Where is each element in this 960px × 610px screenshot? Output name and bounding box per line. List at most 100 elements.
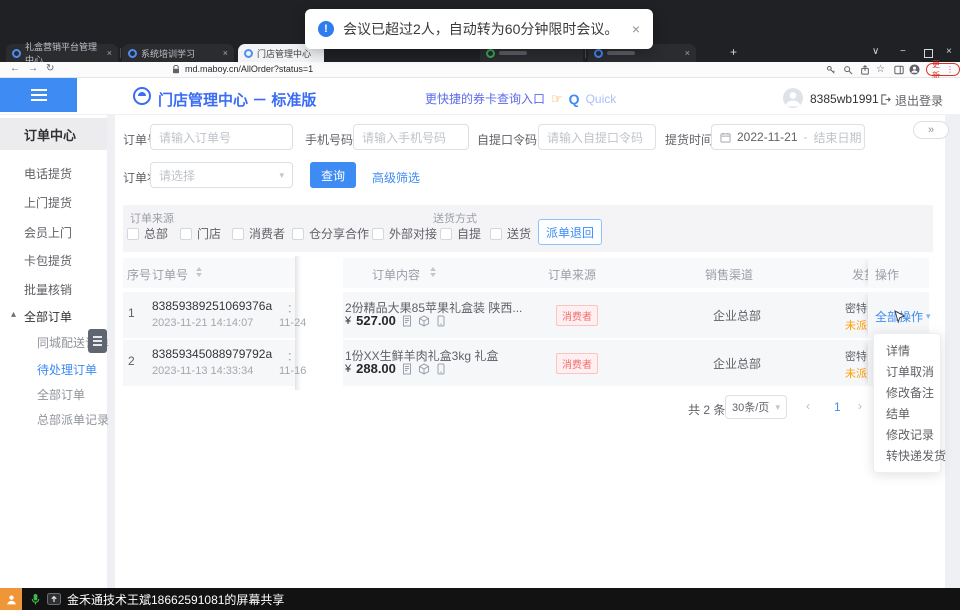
date-range-input[interactable]: 2022-11-21 - 结束日期 xyxy=(711,124,865,150)
sidebar-item-member-visit[interactable]: 会员上门 xyxy=(24,224,72,241)
checkbox-consumer[interactable]: 消费者 xyxy=(232,225,285,242)
toast-close-icon[interactable]: × xyxy=(632,21,640,37)
checkbox-store[interactable]: 门店 xyxy=(180,225,221,242)
window-minimize-icon[interactable]: − xyxy=(900,46,906,57)
menu-item-to-express[interactable]: 转快递发货 xyxy=(874,445,940,466)
quick-q-icon[interactable]: Q xyxy=(569,91,580,107)
dispatch-return-button[interactable]: 派单退回 xyxy=(538,219,602,245)
checkbox-icon[interactable] xyxy=(127,228,139,240)
checkbox-icon[interactable] xyxy=(490,228,502,240)
participant-tile[interactable] xyxy=(0,588,22,610)
phone-icon[interactable] xyxy=(435,363,447,375)
box-icon[interactable] xyxy=(418,363,430,375)
search-button[interactable]: 查询 xyxy=(310,162,356,188)
phone-icon[interactable] xyxy=(435,315,447,327)
screen-share-icon[interactable] xyxy=(47,593,61,605)
checkbox-icon[interactable] xyxy=(292,228,304,240)
row-index: 1 xyxy=(128,306,135,320)
menu-item-details[interactable]: 详情 xyxy=(874,340,940,361)
row-price-line: ¥ 288.00 xyxy=(345,361,447,376)
order-no-input[interactable]: 请输入订单号 xyxy=(150,124,293,150)
window-close-icon[interactable]: × xyxy=(946,46,952,57)
forward-icon[interactable]: → xyxy=(28,63,38,75)
col-order-no[interactable]: 订单号 xyxy=(152,266,188,283)
bookmark-star-icon[interactable]: ☆ xyxy=(876,64,885,76)
tab-favicon xyxy=(594,49,603,58)
row-ship-clipped: 密特 xyxy=(845,348,868,364)
checkbox-label: 总部 xyxy=(144,225,168,242)
browser-tab-1[interactable]: 礼盒营销平台管理中心 × xyxy=(6,44,118,62)
col-content[interactable]: 订单内容 xyxy=(372,266,420,283)
order-source-label: 订单来源 xyxy=(130,210,174,226)
checkbox-icon[interactable] xyxy=(180,228,192,240)
pagination-page-1[interactable]: 1 xyxy=(834,400,841,414)
pointing-finger-icon: ☞ xyxy=(551,91,563,107)
checkbox-icon[interactable] xyxy=(440,228,452,240)
quick-label[interactable]: Quick xyxy=(586,92,617,106)
browser-update-button[interactable]: 更新 ⋮ xyxy=(926,63,960,76)
checkbox-label: 送货 xyxy=(507,225,531,242)
sidebar-toggle-button[interactable] xyxy=(0,78,77,112)
sidebar-subitem-pending-orders-active[interactable]: 待处理订单 xyxy=(37,361,97,378)
profile-avatar-icon[interactable] xyxy=(909,64,920,75)
key-icon[interactable] xyxy=(826,65,836,75)
back-icon[interactable]: ← xyxy=(10,63,20,75)
checkbox-self-pickup[interactable]: 自提 xyxy=(440,225,481,242)
menu-item-close-order[interactable]: 结单 xyxy=(874,403,940,424)
checkbox-warehouse-share[interactable]: 仓分享合作 xyxy=(292,225,369,242)
sidebar-item-card-pickup[interactable]: 卡包提货 xyxy=(24,252,72,269)
share-icon[interactable] xyxy=(860,65,870,75)
side-panel-icon[interactable] xyxy=(894,65,904,75)
menu-item-edit-log[interactable]: 修改记录 xyxy=(874,424,940,445)
logout-button[interactable]: 退出登录 xyxy=(895,92,943,109)
panel-collapse-button[interactable]: » xyxy=(913,121,949,139)
receipt-icon[interactable] xyxy=(401,363,413,375)
sort-icon[interactable] xyxy=(430,267,436,277)
tab-favicon xyxy=(12,49,21,58)
order-status-select[interactable]: 请选择 ▾ xyxy=(150,162,293,188)
zoom-icon[interactable] xyxy=(843,65,853,75)
checkbox-delivery[interactable]: 送货 xyxy=(490,225,531,242)
tab-favicon xyxy=(244,49,253,58)
reload-icon[interactable]: ↻ xyxy=(46,63,54,75)
phone-input[interactable]: 请输入手机号码 xyxy=(353,124,469,150)
sidebar-item-batch-verify[interactable]: 批量核销 xyxy=(24,281,72,298)
sidebar-subitem-hq-dispatch-log[interactable]: 总部派单记录 xyxy=(37,411,109,428)
pickup-code-input[interactable]: 请输入自提口令码 xyxy=(538,124,656,150)
box-icon[interactable] xyxy=(418,315,430,327)
quick-entry[interactable]: 更快捷的券卡查询入口 ☞ Q Quick xyxy=(425,90,616,107)
checkbox-icon[interactable] xyxy=(372,228,384,240)
user-avatar[interactable] xyxy=(783,88,803,108)
receipt-icon[interactable] xyxy=(401,315,413,327)
sidebar-item-door-pickup[interactable]: 上门提货 xyxy=(24,194,72,211)
menu-item-edit-note[interactable]: 修改备注 xyxy=(874,382,940,403)
browser-tab-2[interactable]: 系统培训学习 × xyxy=(122,44,234,62)
price-value: 527.00 xyxy=(356,313,396,328)
sidebar-collapse-handle[interactable] xyxy=(88,329,107,353)
new-tab-button[interactable]: + xyxy=(730,45,737,59)
page-size-select[interactable]: 30条/页 ▾ xyxy=(725,395,787,419)
group-collapse-arrow-icon[interactable]: ▴ xyxy=(11,309,16,320)
advanced-filter-link[interactable]: 高级筛选 xyxy=(372,169,420,186)
sidebar-group-all-orders[interactable]: 全部订单 xyxy=(24,308,72,325)
quick-entry-text[interactable]: 更快捷的券卡查询入口 xyxy=(425,90,545,107)
pagination-prev[interactable]: ‹ xyxy=(806,399,810,413)
col-action: 操作 xyxy=(875,266,899,283)
tab-close-icon[interactable]: × xyxy=(685,49,690,58)
checkbox-hq[interactable]: 总部 xyxy=(127,225,168,242)
action-column-header: 操作 xyxy=(868,258,929,288)
sidebar-subitem-all-orders[interactable]: 全部订单 xyxy=(37,386,85,403)
sort-icon[interactable] xyxy=(196,267,202,277)
checkbox-external[interactable]: 外部对接 xyxy=(372,225,437,242)
tab-favicon xyxy=(486,49,495,58)
pagination-next[interactable]: › xyxy=(858,399,862,413)
microphone-icon[interactable] xyxy=(30,593,41,606)
tab-close-icon[interactable]: × xyxy=(223,49,228,58)
window-menu-icon[interactable]: ∨ xyxy=(872,46,879,57)
url-text[interactable]: md.maboy.cn/AllOrder?status=1 xyxy=(185,64,313,74)
tab-close-icon[interactable]: × xyxy=(107,49,112,58)
menu-item-cancel-order[interactable]: 订单取消 xyxy=(874,361,940,382)
checkbox-icon[interactable] xyxy=(232,228,244,240)
sidebar-item-phone-pickup[interactable]: 电话提货 xyxy=(24,165,72,182)
window-maximize-icon[interactable] xyxy=(924,49,933,58)
